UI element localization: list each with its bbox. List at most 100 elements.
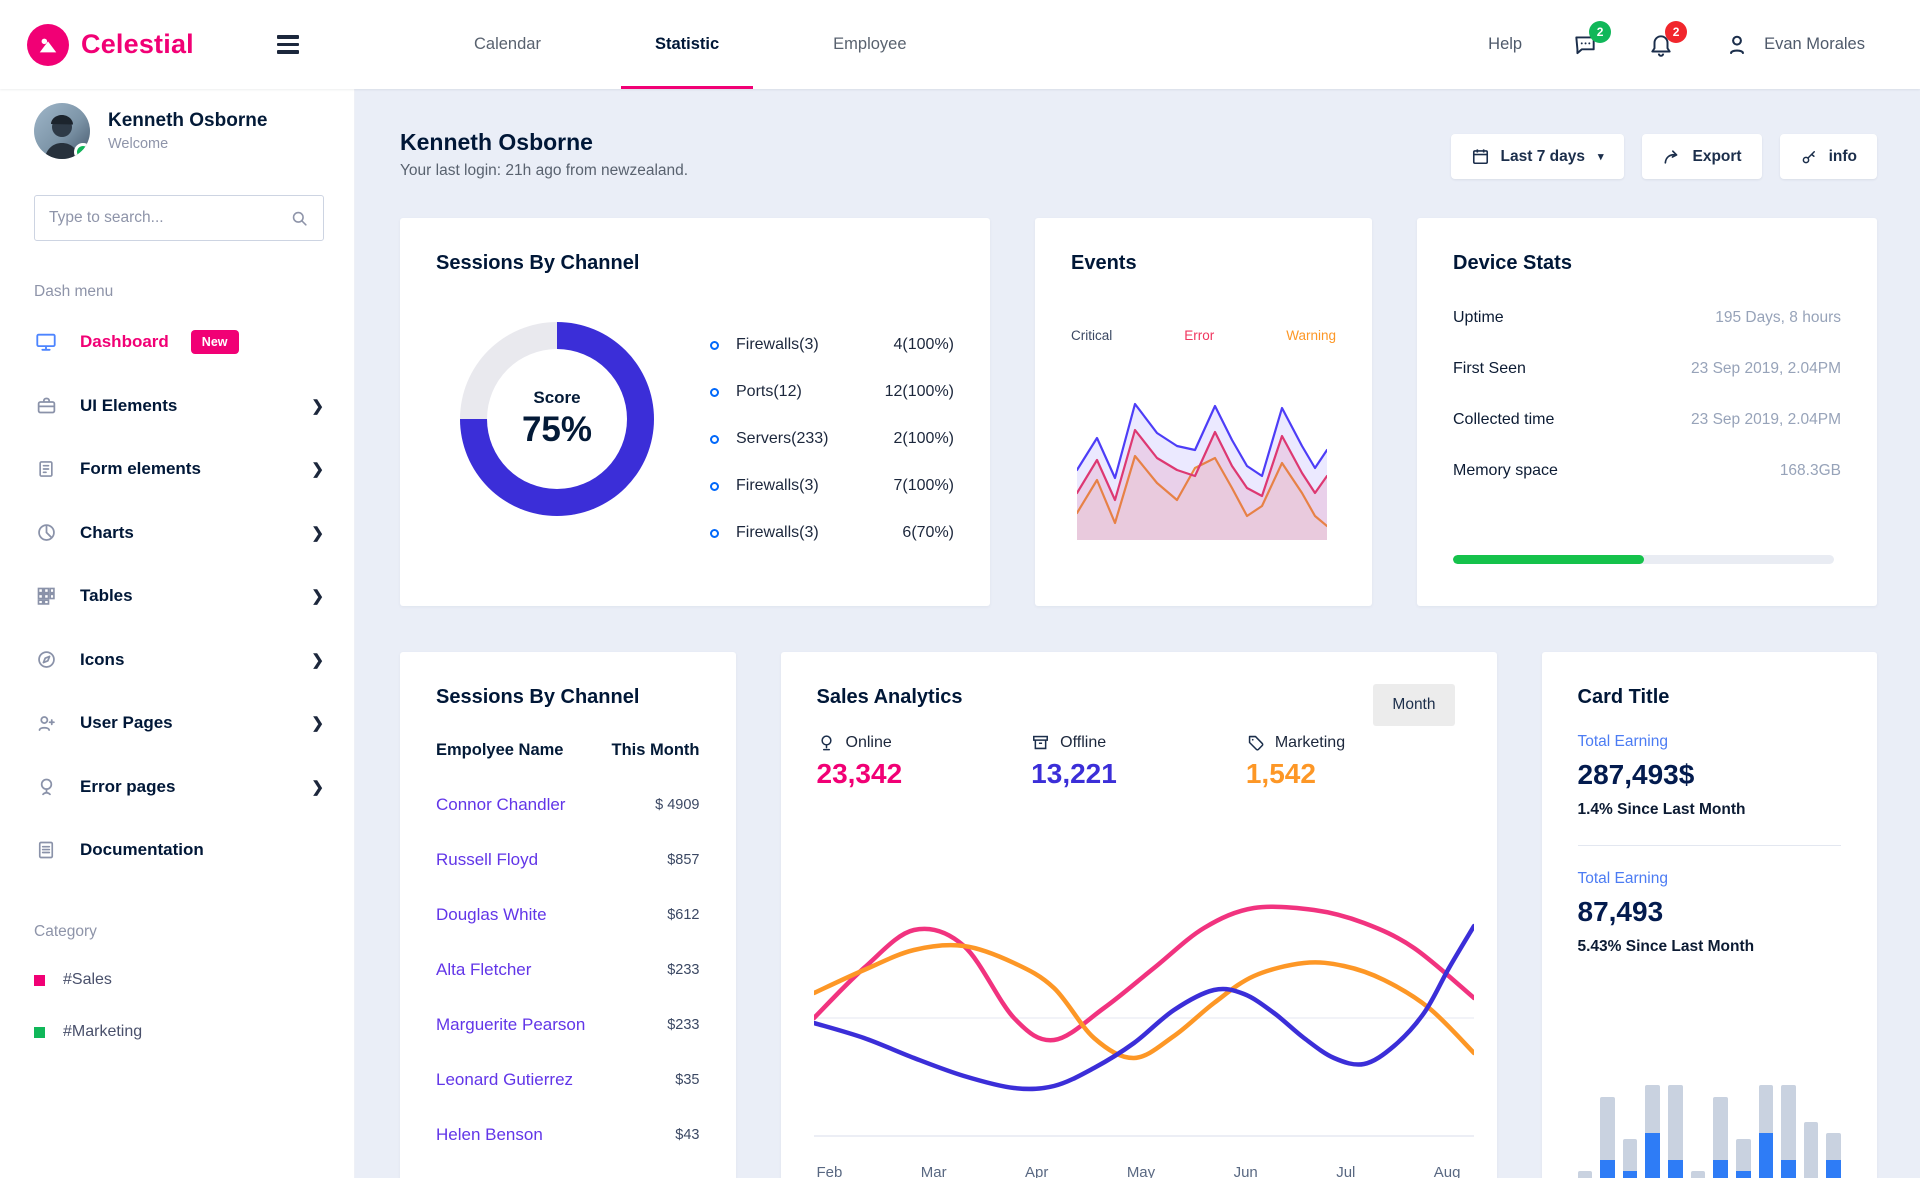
chevron-right-icon: ❯ <box>311 461 324 478</box>
employee-name-link[interactable]: Connor Chandler <box>436 795 565 815</box>
user-name: Evan Morales <box>1764 35 1865 53</box>
briefcase-icon <box>34 395 58 416</box>
employee-name-link[interactable]: Alta Fletcher <box>436 960 531 980</box>
earning-bar <box>1690 1171 1706 1178</box>
month-tick: Mar <box>920 1164 947 1178</box>
chevron-right-icon: ❯ <box>311 397 324 415</box>
chevron-right-icon: ❯ <box>311 524 324 542</box>
sidebar: Kenneth Osborne Welcome Dash menu Dashbo… <box>0 89 355 1178</box>
export-button[interactable]: Export <box>1641 134 1762 179</box>
device-stats-rows: Uptime 195 Days, 8 hours First Seen 23 Sep … <box>1453 309 1841 480</box>
table-row[interactable]: Leonard Gutierrez $35 <box>436 1070 700 1090</box>
navbar-left: Celestial <box>0 23 355 66</box>
legend-critical: Critical <box>1071 328 1113 343</box>
device-stat-row: Uptime 195 Days, 8 hours <box>1453 309 1841 326</box>
menu-toggle-button[interactable] <box>273 31 303 58</box>
channel-list-item: Ports(12) 12(100%) <box>710 383 954 401</box>
device-stat-row: Memory space 168.3GB <box>1453 462 1841 479</box>
sidebar-item-dashboard[interactable]: Dashboard New <box>34 329 324 355</box>
bullet-dot-icon <box>710 434 719 444</box>
search-icon[interactable] <box>290 209 309 228</box>
column-this-month: This Month <box>611 741 700 759</box>
caret-down-icon: ▾ <box>1597 151 1604 163</box>
sales-stat-marketing: Marketing 1,542 <box>1245 733 1346 790</box>
sales-stat-offline: Offline 13,221 <box>1031 733 1117 790</box>
total-earning-link[interactable]: Total Earning <box>1578 733 1842 751</box>
help-link[interactable]: Help <box>1488 35 1522 54</box>
info-button[interactable]: info <box>1779 134 1877 179</box>
person-icon <box>1730 35 1745 54</box>
category-color-square <box>34 1026 45 1038</box>
device-stats-card: Device Stats Uptime 195 Days, 8 hours Firs… <box>1417 218 1877 606</box>
grid-icon <box>34 586 58 606</box>
table-row[interactable]: Helen Benson $43 <box>436 1125 700 1145</box>
chevron-right-icon: ❯ <box>311 651 324 669</box>
earning-bar <box>1713 1097 1728 1178</box>
dash-menu-label: Dash menu <box>34 283 114 300</box>
employee-name-link[interactable]: Marguerite Pearson <box>436 1015 585 1035</box>
earning-bar <box>1826 1133 1841 1178</box>
score-value: 75% <box>521 410 593 449</box>
device-stat-row: First Seen 23 Sep 2019, 2.04PM <box>1453 360 1841 377</box>
category-item-sales[interactable]: #Sales <box>34 971 324 989</box>
sidebar-item-user-pages[interactable]: User Pages ❯ <box>34 710 324 736</box>
table-row[interactable]: Marguerite Pearson $233 <box>436 1015 700 1035</box>
profile-status: Welcome <box>108 136 169 152</box>
sidebar-item-documentation[interactable]: Documentation <box>34 837 324 863</box>
chevron-right-icon: ❯ <box>311 588 324 605</box>
employee-name-link[interactable]: Helen Benson <box>436 1125 543 1145</box>
messages-badge: 2 <box>1589 20 1612 43</box>
monitor-icon <box>34 331 58 353</box>
nav-tab-calendar[interactable]: Calendar <box>440 0 575 89</box>
sidebar-search <box>34 195 324 241</box>
sidebar-item-form-elements[interactable]: Form elements ❯ <box>34 456 324 482</box>
search-input[interactable] <box>49 209 290 227</box>
avatar <box>34 103 90 159</box>
sales-stat-online: Online 23,342 <box>816 733 903 790</box>
card-title: Device Stats <box>1453 252 1572 274</box>
channel-list-item: Firewalls(3) 4(100%) <box>710 336 954 354</box>
nav-tab-statistic[interactable]: Statistic <box>620 0 754 89</box>
form-icon <box>34 459 58 479</box>
table-row[interactable]: Alta Fletcher $233 <box>436 960 700 980</box>
brand-name: Celestial <box>81 29 194 59</box>
sidebar-profile[interactable]: Kenneth Osborne Welcome <box>34 103 324 159</box>
tag-icon <box>1246 733 1265 752</box>
table-row[interactable]: Connor Chandler $ 4909 <box>436 795 700 815</box>
brand[interactable]: Celestial <box>27 23 194 66</box>
score-label: Score <box>533 388 581 407</box>
month-tick: Apr <box>1025 1164 1049 1178</box>
channel-list-item: Firewalls(3) 7(100%) <box>710 477 954 495</box>
month-tick: Jun <box>1233 1164 1258 1178</box>
sessions-by-channel-card: Sessions By Channel Score 75% Firewalls(… <box>400 218 990 606</box>
export-icon <box>1664 149 1677 164</box>
sidebar-item-ui-elements[interactable]: UI Elements ❯ <box>34 393 324 419</box>
page-title: Kenneth Osborne <box>400 129 593 155</box>
employee-name-link[interactable]: Leonard Gutierrez <box>436 1070 573 1090</box>
sidebar-item-charts[interactable]: Charts ❯ <box>34 520 324 546</box>
chevron-right-icon: ❯ <box>311 778 324 796</box>
category-item-marketing[interactable]: #Marketing <box>34 1023 324 1041</box>
table-row[interactable]: Douglas White $612 <box>436 905 700 925</box>
sidebar-item-icons[interactable]: Icons ❯ <box>34 647 324 673</box>
user-menu[interactable]: Evan Morales <box>1724 32 1865 58</box>
card-title: Sessions By Channel <box>436 252 640 274</box>
card-title: Card Title <box>1577 686 1670 708</box>
employee-name-link[interactable]: Douglas White <box>436 905 547 925</box>
pie-icon <box>34 522 58 543</box>
period-month-button[interactable]: Month <box>1373 684 1455 726</box>
messages-button[interactable]: 2 <box>1572 20 1612 58</box>
earning-block: Total Earning 287,493$ 1.4% Since Last Mon… <box>1578 733 1842 819</box>
nav-tab-employee[interactable]: Employee <box>799 0 940 89</box>
employee-name-link[interactable]: Russell Floyd <box>436 850 538 870</box>
earnings-blocks: Total Earning 287,493$ 1.4% Since Last Mon… <box>1577 733 1842 956</box>
sidebar-item-error-pages[interactable]: Error pages ❯ <box>34 774 324 800</box>
total-earning-link[interactable]: Total Earning <box>1578 870 1842 888</box>
month-tick: May <box>1126 1164 1156 1178</box>
profile-name: Kenneth Osborne <box>108 110 268 131</box>
notifications-button[interactable]: 2 <box>1648 20 1688 58</box>
legend-warning: Warning <box>1286 328 1336 343</box>
sidebar-item-tables[interactable]: Tables ❯ <box>34 583 324 609</box>
date-range-button[interactable]: Last 7 days ▾ <box>1450 134 1624 179</box>
table-row[interactable]: Russell Floyd $857 <box>436 850 700 870</box>
